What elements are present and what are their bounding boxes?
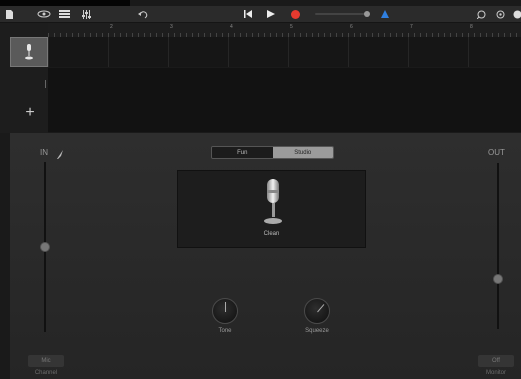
timeline-ruler[interactable]: 2 3 4 5 6 7 8	[48, 23, 521, 38]
input-settings-icon[interactable]	[56, 147, 64, 165]
document-icon[interactable]	[3, 6, 15, 22]
record-icon[interactable]	[289, 6, 301, 22]
in-label: IN	[40, 148, 48, 157]
tab-studio[interactable]: Studio	[272, 147, 333, 158]
ruler-number: 3	[170, 24, 173, 30]
monitor-label: Monitor	[485, 370, 506, 376]
playhead-position-bar[interactable]	[315, 6, 375, 22]
ruler-number: 6	[350, 24, 353, 30]
knob-indicator	[317, 304, 325, 313]
view-icon[interactable]	[34, 6, 54, 22]
loop-icon[interactable]	[475, 6, 487, 22]
ruler-number: 2	[110, 24, 113, 30]
out-label: OUT	[488, 148, 505, 157]
ruler-number: 7	[410, 24, 413, 30]
go-to-start-icon[interactable]	[242, 6, 254, 22]
microphone-icon	[25, 44, 33, 60]
empty-track-area[interactable]	[48, 68, 521, 132]
tone-label: Tone	[218, 328, 232, 334]
help-icon[interactable]	[512, 6, 521, 22]
tracks-icon[interactable]	[57, 6, 71, 22]
metronome-icon[interactable]	[379, 6, 391, 22]
tab-fun[interactable]: Fun	[212, 147, 273, 158]
play-icon[interactable]	[265, 6, 277, 22]
input-level-slider[interactable]	[40, 242, 50, 252]
ruler-number: 5	[290, 24, 293, 30]
monitor-toggle-button[interactable]: Off	[478, 355, 514, 367]
mic-channel-button[interactable]: Mic	[28, 355, 64, 367]
knob-indicator	[225, 302, 226, 312]
tone-knob[interactable]	[212, 298, 238, 324]
channel-label: Channel	[34, 370, 58, 376]
settings-icon[interactable]	[494, 6, 506, 22]
add-track-button[interactable]: +	[20, 103, 40, 123]
mixer-icon[interactable]	[79, 6, 93, 22]
audio-recorder-track-header[interactable]	[10, 37, 48, 67]
squeeze-knob[interactable]	[304, 298, 330, 324]
control-bar	[0, 6, 521, 23]
track-lane[interactable]	[48, 37, 521, 67]
ruler-number: 8	[470, 24, 473, 30]
mode-selector: Fun Studio	[211, 146, 334, 159]
studio-microphone-icon	[264, 179, 282, 224]
squeeze-label: Squeeze	[305, 328, 329, 334]
output-level-track	[497, 163, 499, 329]
undo-icon[interactable]	[136, 6, 150, 22]
preset-name: Clean	[263, 231, 280, 237]
ruler-number: 4	[230, 24, 233, 30]
track-divider-mark	[45, 80, 46, 88]
